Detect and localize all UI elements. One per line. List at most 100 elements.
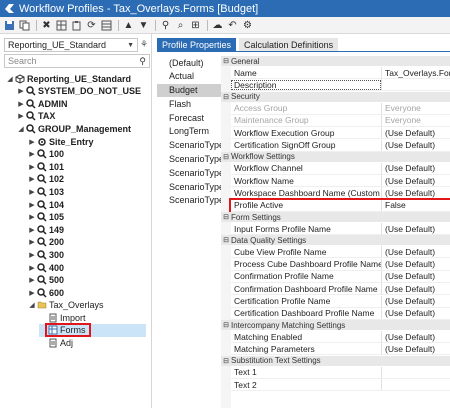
tree-node[interactable]: ▶ ADMIN [17, 97, 67, 110]
property-value[interactable] [381, 366, 450, 378]
property-row[interactable]: Workflow Name (Use Default) [231, 175, 450, 188]
tree-node[interactable]: ◢ Tax_Overlays [28, 299, 103, 312]
property-value[interactable] [381, 379, 450, 390]
property-row[interactable]: Cube View Profile Name (Use Default) [231, 246, 450, 259]
expand-arrow-icon[interactable]: ▶ [28, 213, 36, 221]
property-row[interactable]: Certification SignOff Group (Use Default) [231, 139, 450, 152]
collapse-arrow-icon[interactable]: ◢ [6, 75, 14, 83]
property-row[interactable]: Input Forms Profile Name (Use Default) [231, 223, 450, 235]
paste-icon[interactable] [70, 19, 83, 32]
expand-arrow-icon[interactable]: ▶ [28, 175, 36, 183]
property-row[interactable]: Certification Profile Name (Use Default) [231, 295, 450, 308]
property-category[interactable]: ⊟ Workflow Settings [221, 151, 450, 162]
property-value[interactable]: (Use Default) [381, 258, 450, 270]
property-value[interactable]: (Use Default) [381, 343, 450, 355]
property-value[interactable]: (Use Default) [381, 223, 450, 234]
property-value[interactable]: (Use Default) [381, 295, 450, 307]
scenario-type-item[interactable]: Budget [157, 83, 225, 97]
tab-calculation-definitions[interactable]: Calculation Definitions [239, 38, 339, 51]
refresh-icon[interactable]: ⟳ [85, 19, 98, 32]
property-row[interactable]: Profile Active False [229, 197, 450, 214]
search-tree-icon[interactable]: ⌕ [174, 19, 187, 32]
tree-node[interactable]: ▶ 104 [28, 198, 64, 211]
property-row[interactable]: Workflow Execution Group (Use Default) [231, 127, 450, 140]
tree-node[interactable]: ▶ Site_Entry [28, 135, 93, 148]
property-value[interactable] [381, 79, 450, 91]
property-row[interactable]: Process Cube Dashboard Profile Name (Use … [231, 258, 450, 271]
tree-node[interactable]: ▶ SYSTEM_DO_NOT_USE [17, 85, 141, 98]
property-row[interactable]: Matching Enabled (Use Default) [231, 331, 450, 344]
filter-icon[interactable]: ⚲ [159, 19, 172, 32]
tree-icon[interactable]: ⚘ [140, 39, 150, 49]
property-row[interactable]: Description [231, 79, 450, 92]
property-value[interactable]: False [381, 199, 450, 211]
property-value[interactable]: (Use Default) [381, 127, 450, 139]
property-value[interactable]: (Use Default) [381, 246, 450, 258]
collapse-box-icon[interactable]: ⊟ [221, 57, 231, 65]
property-value[interactable]: (Use Default) [381, 139, 450, 151]
property-category[interactable]: ⊟ General [221, 56, 450, 66]
property-row[interactable]: Maintenance Group Everyone [231, 114, 450, 127]
tree-node[interactable]: ▶ 103 [28, 185, 64, 198]
expand-arrow-icon[interactable]: ▶ [28, 276, 36, 284]
property-value[interactable]: Tax_Overlays.Forms [381, 67, 450, 78]
tree-node[interactable]: ▶ 400 [28, 261, 64, 274]
property-row[interactable]: Certification Dashboard Profile Name (Use… [231, 307, 450, 320]
tree-node[interactable]: Adj [39, 337, 73, 350]
undo-icon[interactable]: ↶ [226, 19, 239, 32]
tree-node[interactable]: ▶ 102 [28, 173, 64, 186]
property-category[interactable]: ⊟ Intercompany Matching Settings [221, 320, 450, 331]
scenario-type-item[interactable]: Flash [157, 97, 225, 110]
expand-arrow-icon[interactable]: ▶ [28, 226, 36, 234]
property-value[interactable]: Everyone [381, 114, 450, 126]
expand-arrow-icon[interactable]: ▶ [28, 201, 36, 209]
tab-profile-properties[interactable]: Profile Properties [157, 38, 237, 51]
cut-icon[interactable] [55, 19, 68, 32]
property-row[interactable]: Workflow Channel (Use Default) [231, 162, 450, 175]
expand-icon[interactable]: ⊞ [189, 19, 202, 32]
property-row[interactable]: Workspace Dashboard Name (Custom Workflo… [231, 187, 450, 200]
expand-arrow-icon[interactable]: ▶ [17, 112, 25, 120]
property-category[interactable]: ⊟ Substitution Text Settings [221, 355, 450, 366]
property-row[interactable]: Text 1 [231, 366, 450, 379]
tree-node[interactable]: ▶ 100 [28, 148, 64, 161]
expand-arrow-icon[interactable]: ▶ [28, 188, 36, 196]
property-value[interactable]: Everyone [381, 102, 450, 114]
tree-node[interactable]: ▶ 600 [28, 286, 64, 299]
property-value[interactable]: (Use Default) [381, 162, 450, 174]
property-row[interactable]: Name Tax_Overlays.Forms [231, 67, 450, 79]
property-category[interactable]: ⊟ Form Settings [221, 212, 450, 222]
tree-node[interactable]: ▶ TAX [17, 110, 55, 123]
tree-node[interactable]: ▶ 149 [28, 223, 64, 236]
property-value[interactable]: (Use Default) [381, 307, 450, 319]
property-category[interactable]: ⊟ Data Quality Settings [221, 235, 450, 246]
property-value[interactable]: (Use Default) [381, 187, 450, 199]
property-row[interactable]: Confirmation Profile Name (Use Default) [231, 270, 450, 283]
expand-arrow-icon[interactable]: ▶ [28, 238, 36, 246]
scenario-type-item[interactable]: ScenarioType2 [157, 153, 229, 166]
tree-node[interactable]: ▶ 500 [28, 274, 64, 287]
tree-node[interactable]: ◢ GROUP_Management [17, 122, 131, 135]
up-icon[interactable]: ▲ [122, 19, 135, 32]
down-icon[interactable]: ▼ [137, 19, 150, 32]
collapse-box-icon[interactable]: ⊟ [221, 153, 231, 161]
scenario-type-item[interactable]: ScenarioType5 [157, 194, 229, 207]
property-row[interactable]: Access Group Everyone [231, 102, 450, 115]
property-row[interactable]: Confirmation Dashboard Profile Name (Use … [231, 283, 450, 296]
expand-arrow-icon[interactable]: ▶ [28, 138, 36, 146]
scenario-type-item[interactable]: LongTerm [157, 125, 225, 138]
tree-node[interactable]: ▶ 300 [28, 248, 64, 261]
expand-arrow-icon[interactable]: ▶ [28, 264, 36, 272]
save-icon[interactable] [3, 19, 16, 32]
cloud-icon[interactable]: ☁ [211, 19, 224, 32]
expand-arrow-icon[interactable]: ▶ [28, 289, 36, 297]
settings-icon[interactable]: ⚙ [241, 19, 254, 32]
property-value[interactable]: (Use Default) [381, 331, 450, 343]
property-value[interactable]: (Use Default) [381, 175, 450, 187]
tree-node[interactable]: ▶ 105 [28, 211, 64, 224]
collapse-arrow-icon[interactable]: ◢ [28, 301, 36, 309]
scenario-type-item[interactable]: ScenarioType1 [157, 139, 229, 152]
expand-arrow-icon[interactable]: ▶ [28, 163, 36, 171]
cube-select[interactable]: Reporting_UE_Standard ▼ [4, 38, 138, 52]
collapse-box-icon[interactable]: ⊟ [221, 357, 231, 365]
